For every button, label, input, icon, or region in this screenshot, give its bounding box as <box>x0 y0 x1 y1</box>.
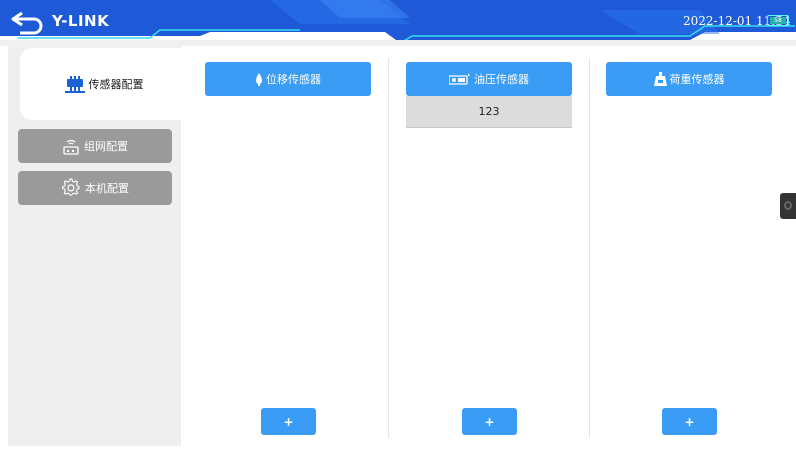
column-divider <box>388 58 389 438</box>
back-arrow-icon <box>11 11 43 35</box>
battery-level: 58 <box>770 17 786 24</box>
header-decoration <box>0 0 796 46</box>
column-title: 荷重传感器 <box>669 73 725 86</box>
column-title: 油压传感器 <box>474 73 529 86</box>
back-button[interactable] <box>10 9 44 35</box>
oil-pressure-sensor-header[interactable]: 油压传感器 <box>406 62 572 96</box>
load-sensor-header[interactable]: 荷重传感器 <box>606 62 772 96</box>
sidebar-item-sensor-config[interactable]: 传感器配置 <box>20 48 188 120</box>
column-divider <box>589 58 590 438</box>
app-logo: Y-LINK <box>52 12 110 30</box>
load-sensor-icon <box>653 72 667 86</box>
column-title: 位移传感器 <box>266 73 321 86</box>
displacement-sensor-icon <box>255 72 263 86</box>
oil-pressure-sensor-icon <box>449 73 471 85</box>
floating-side-handle[interactable] <box>780 193 796 219</box>
add-displacement-sensor-button[interactable]: + <box>261 408 316 435</box>
sidebar-item-network-config[interactable]: 组网配置 <box>18 129 172 163</box>
router-icon <box>63 139 79 155</box>
sensor-list-item[interactable]: 123 <box>406 96 572 128</box>
sidebar-item-label: 传感器配置 <box>88 78 144 91</box>
battery-icon: 58 <box>767 15 789 26</box>
sidebar-item-label: 本机配置 <box>85 182 129 195</box>
top-bar: Y-LINK 2022-12-01 11:34 58 <box>0 0 796 46</box>
gear-icon <box>62 178 80 196</box>
sidebar-item-label: 组网配置 <box>84 140 128 153</box>
add-oil-pressure-sensor-button[interactable]: + <box>462 408 517 435</box>
displacement-sensor-header[interactable]: 位移传感器 <box>205 62 371 96</box>
sidebar-item-device-config[interactable]: 本机配置 <box>18 171 172 205</box>
add-load-sensor-button[interactable]: + <box>662 408 717 435</box>
refresh-icon <box>784 201 792 210</box>
sensor-board-icon <box>64 76 85 93</box>
